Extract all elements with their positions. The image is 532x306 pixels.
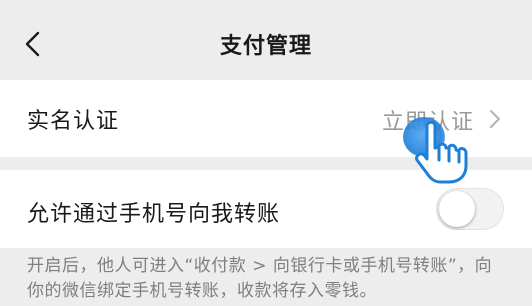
real-name-verification-label: 实名认证 <box>27 109 120 134</box>
hand-pointer-icon <box>415 120 468 184</box>
toggle-knob <box>439 191 475 227</box>
phone-transfer-hint: 开启后，他人可进入“收付款 > 向银行卡或手机号转账”，向你的微信绑定手机号转账… <box>27 256 493 301</box>
page-title: 支付管理 <box>219 34 312 59</box>
phone-transfer-label: 允许通过手机号向我转账 <box>27 202 281 227</box>
chevron-right-icon <box>490 110 500 128</box>
phone-transfer-toggle[interactable] <box>436 188 504 230</box>
navigation-bar: 支付管理 <box>0 0 532 80</box>
